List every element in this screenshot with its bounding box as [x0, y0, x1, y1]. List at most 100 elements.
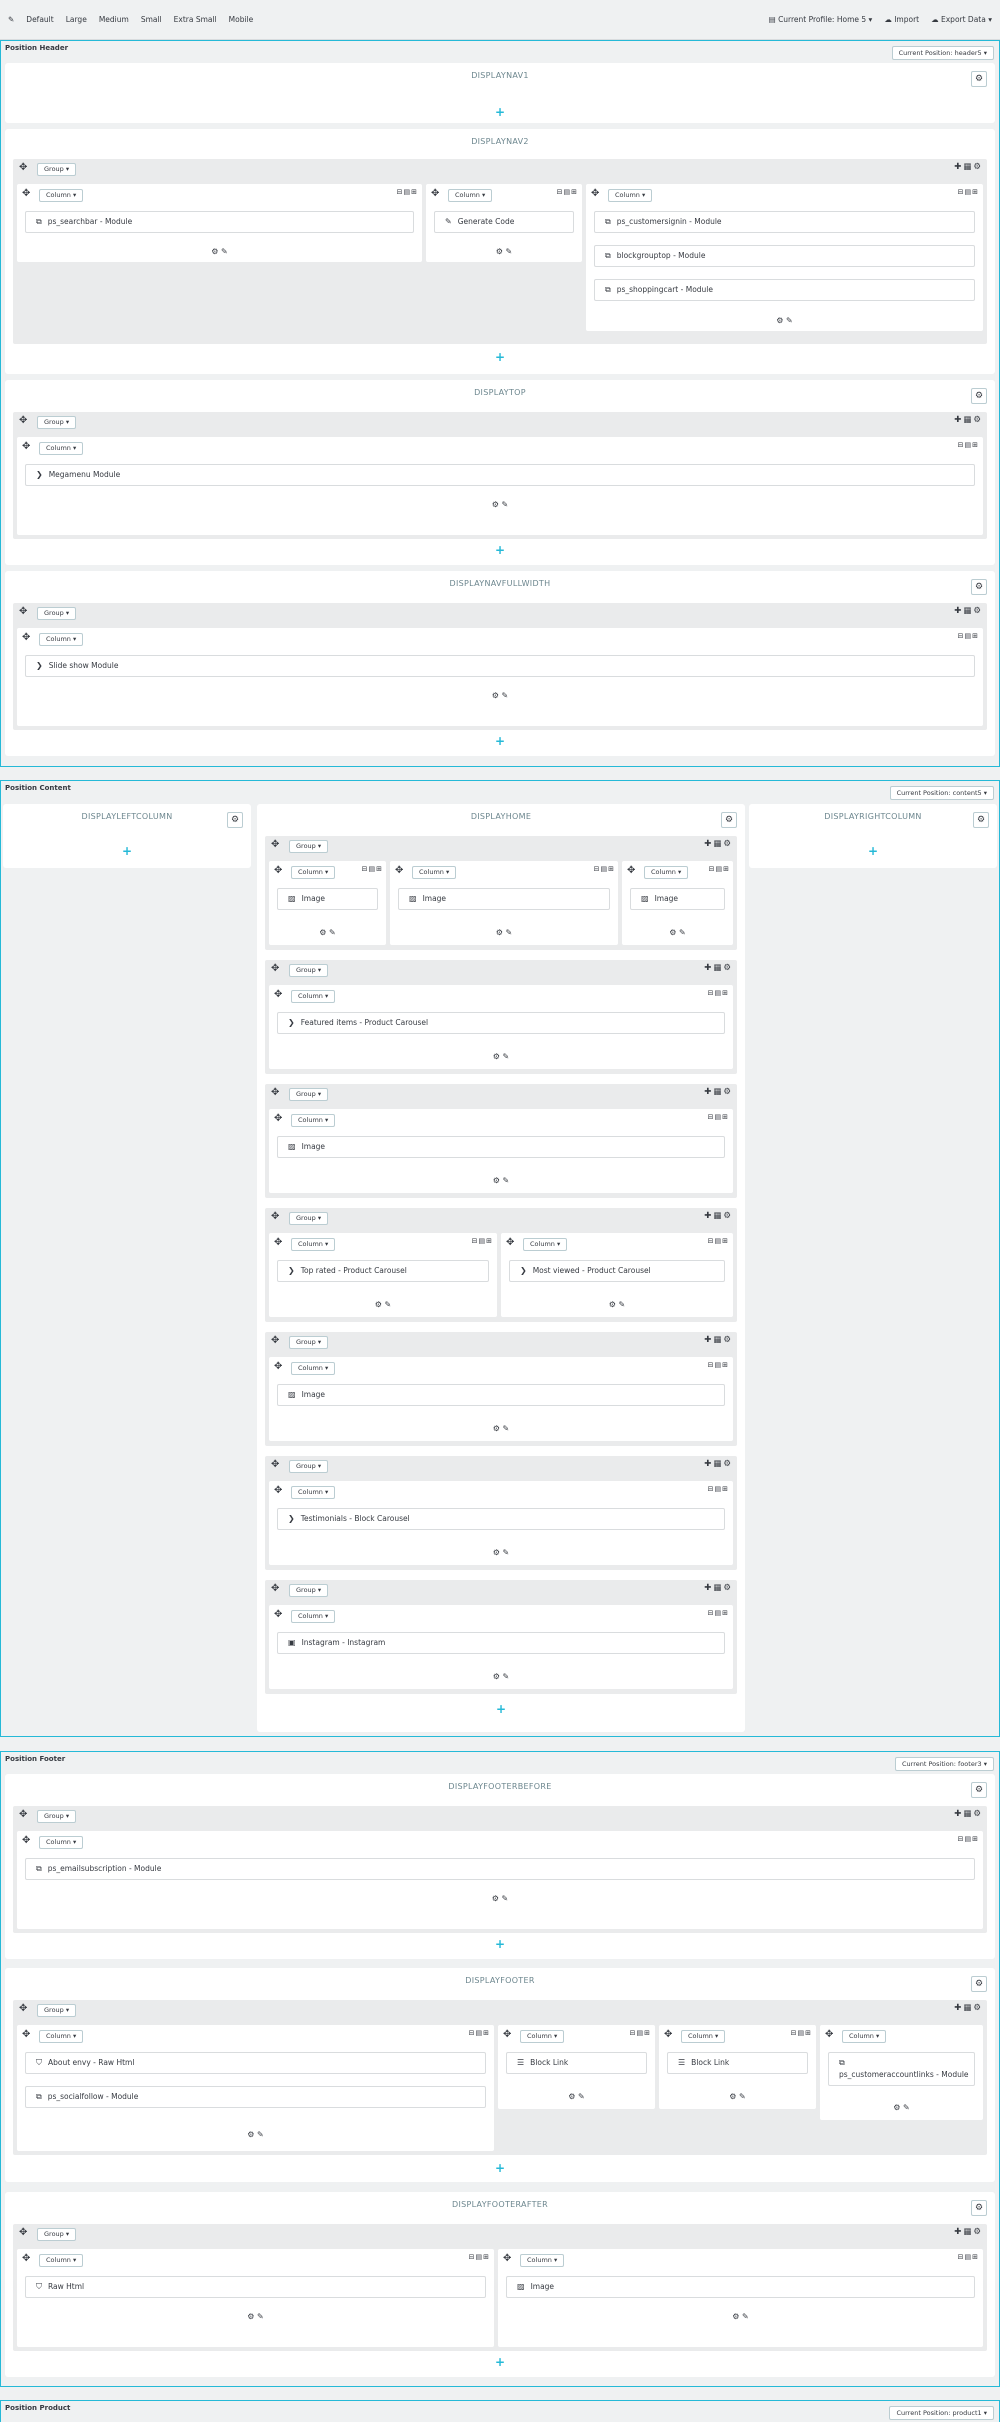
group-dropdown[interactable]: Group ▾ [289, 840, 329, 853]
move-icon[interactable]: ✥ [271, 1583, 279, 1594]
module[interactable]: ☰ Block Link [667, 2052, 808, 2074]
group-actions[interactable]: ✚▦⚙ [954, 1809, 983, 1819]
module[interactable]: ⛉ Raw Html [25, 2276, 486, 2298]
column-dropdown[interactable]: Column ▾ [523, 1238, 568, 1251]
group-dropdown[interactable]: Group ▾ [37, 2004, 77, 2017]
group-dropdown[interactable]: Group ▾ [289, 1088, 329, 1101]
move-icon[interactable]: ✥ [22, 2029, 30, 2040]
column-dropdown[interactable]: Column ▾ [520, 2254, 565, 2267]
group-actions[interactable]: ✚▦⚙ [954, 606, 983, 616]
module[interactable]: ▨ Image [506, 2276, 975, 2298]
column-footer-actions[interactable]: ⚙ ✎ [498, 2092, 655, 2101]
move-icon[interactable]: ✥ [22, 2253, 30, 2264]
move-icon[interactable]: ✥ [271, 839, 279, 850]
import-button[interactable]: ☁ Import [884, 15, 919, 24]
move-icon[interactable]: ✥ [431, 188, 439, 199]
column-dropdown[interactable]: Column ▾ [291, 1114, 336, 1127]
move-icon[interactable]: ✥ [274, 1237, 282, 1248]
column-width-controls[interactable]: ⊟▤⊞ [708, 1609, 729, 1617]
group-dropdown[interactable]: Group ▾ [289, 1584, 329, 1597]
column-footer-actions[interactable]: ⚙ ✎ [622, 928, 733, 937]
column-footer-actions[interactable]: ⚙ ✎ [498, 2312, 983, 2321]
size-extra-small[interactable]: Extra Small [174, 15, 217, 24]
group-dropdown[interactable]: Group ▾ [37, 163, 77, 176]
column-footer-actions[interactable]: ⚙ ✎ [659, 2092, 816, 2101]
add-group-button[interactable]: + [5, 2355, 995, 2369]
column-dropdown[interactable]: Column ▾ [291, 1362, 336, 1375]
column-width-controls[interactable]: ⊟▤⊞ [708, 1113, 729, 1121]
column-dropdown[interactable]: Column ▾ [39, 1836, 84, 1849]
move-icon[interactable]: ✥ [274, 865, 282, 876]
column-width-controls[interactable]: ⊟▤⊞ [791, 2029, 812, 2037]
column-footer-actions[interactable]: ⚙ ✎ [269, 1424, 733, 1433]
module[interactable]: ⧉ ps_shoppingcart - Module [594, 279, 975, 301]
add-group-button[interactable]: + [3, 844, 251, 858]
module[interactable]: ❯ Most viewed - Product Carousel [509, 1260, 725, 1282]
column-footer-actions[interactable]: ⚙ ✎ [269, 1548, 733, 1557]
module[interactable]: ❯ Megamenu Module [25, 464, 975, 486]
column-dropdown[interactable]: Column ▾ [39, 442, 84, 455]
add-group-button[interactable]: + [749, 844, 997, 858]
group-dropdown[interactable]: Group ▾ [289, 1212, 329, 1225]
column-footer-actions[interactable]: ⚙ ✎ [17, 2130, 494, 2139]
add-group-button[interactable]: + [5, 2161, 995, 2175]
column-dropdown[interactable]: Column ▾ [520, 2030, 565, 2043]
group-actions[interactable]: ✚▦⚙ [954, 2003, 983, 2013]
column-dropdown[interactable]: Column ▾ [644, 866, 689, 879]
column-width-controls[interactable]: ⊟▤⊞ [708, 1485, 729, 1493]
gear-icon[interactable]: ⚙ [971, 1976, 987, 1992]
move-icon[interactable]: ✥ [591, 188, 599, 199]
move-icon[interactable]: ✥ [271, 1087, 279, 1098]
move-icon[interactable]: ✥ [271, 963, 279, 974]
column-footer-actions[interactable]: ⚙ ✎ [269, 1052, 733, 1061]
current-position-footer-dropdown[interactable]: Current Position: footer3 ▾ [895, 1757, 994, 1771]
group-dropdown[interactable]: Group ▾ [37, 2228, 77, 2241]
move-icon[interactable]: ✥ [395, 865, 403, 876]
gear-icon[interactable]: ⚙ [971, 2200, 987, 2216]
gear-icon[interactable]: ⚙ [721, 812, 737, 828]
column-dropdown[interactable]: Column ▾ [291, 866, 336, 879]
move-icon[interactable]: ✥ [22, 1835, 30, 1846]
column-dropdown[interactable]: Column ▾ [39, 633, 84, 646]
column-dropdown[interactable]: Column ▾ [448, 189, 493, 202]
move-icon[interactable]: ✥ [22, 441, 30, 452]
gear-icon[interactable]: ⚙ [971, 579, 987, 595]
size-medium[interactable]: Medium [99, 15, 129, 24]
group-dropdown[interactable]: Group ▾ [289, 964, 329, 977]
column-dropdown[interactable]: Column ▾ [291, 1238, 336, 1251]
move-icon[interactable]: ✥ [22, 632, 30, 643]
current-profile-dropdown[interactable]: ▤ Current Profile: Home 5 ▾ [769, 15, 873, 24]
group-dropdown[interactable]: Group ▾ [37, 416, 77, 429]
add-group-button[interactable]: + [5, 734, 995, 748]
column-width-controls[interactable]: ⊟▤⊞ [469, 2253, 490, 2261]
move-icon[interactable]: ✥ [825, 2029, 833, 2040]
column-footer-actions[interactable]: ⚙ ✎ [17, 2312, 494, 2321]
gear-icon[interactable]: ⚙ [971, 1782, 987, 1798]
size-large[interactable]: Large [66, 15, 87, 24]
group-actions[interactable]: ✚▦⚙ [954, 2227, 983, 2237]
module[interactable]: ⧉ ps_emailsubscription - Module [25, 1858, 975, 1880]
column-footer-actions[interactable]: ⚙ ✎ [269, 1176, 733, 1185]
group-actions[interactable]: ✚▦⚙ [704, 963, 733, 973]
group-actions[interactable]: ✚▦⚙ [704, 1087, 733, 1097]
module[interactable]: ❯ Top rated - Product Carousel [277, 1260, 489, 1282]
pencil-icon[interactable]: ✎ [8, 15, 14, 24]
column-width-controls[interactable]: ⊟▤⊞ [958, 188, 979, 196]
size-default[interactable]: Default [26, 15, 53, 24]
column-dropdown[interactable]: Column ▾ [291, 1486, 336, 1499]
column-width-controls[interactable]: ⊟▤⊞ [362, 865, 383, 873]
module[interactable]: ▨ Image [277, 1384, 725, 1406]
column-footer-actions[interactable]: ⚙ ✎ [501, 1300, 733, 1309]
add-group-button[interactable]: + [257, 1702, 745, 1716]
group-actions[interactable]: ✚▦⚙ [954, 162, 983, 172]
gear-icon[interactable]: ⚙ [227, 812, 243, 828]
gear-icon[interactable]: ⚙ [973, 812, 989, 828]
module[interactable]: ⧉ ps_customeraccountlinks - Module [828, 2052, 975, 2086]
column-width-controls[interactable]: ⊟▤⊞ [958, 2253, 979, 2261]
column-footer-actions[interactable]: ⚙ ✎ [269, 928, 386, 937]
move-icon[interactable]: ✥ [19, 606, 27, 617]
column-footer-actions[interactable]: ⚙ ✎ [820, 2103, 983, 2112]
column-width-controls[interactable]: ⊟▤⊞ [557, 188, 578, 196]
column-footer-actions[interactable]: ⚙ ✎ [17, 247, 422, 256]
group-dropdown[interactable]: Group ▾ [37, 1810, 77, 1823]
